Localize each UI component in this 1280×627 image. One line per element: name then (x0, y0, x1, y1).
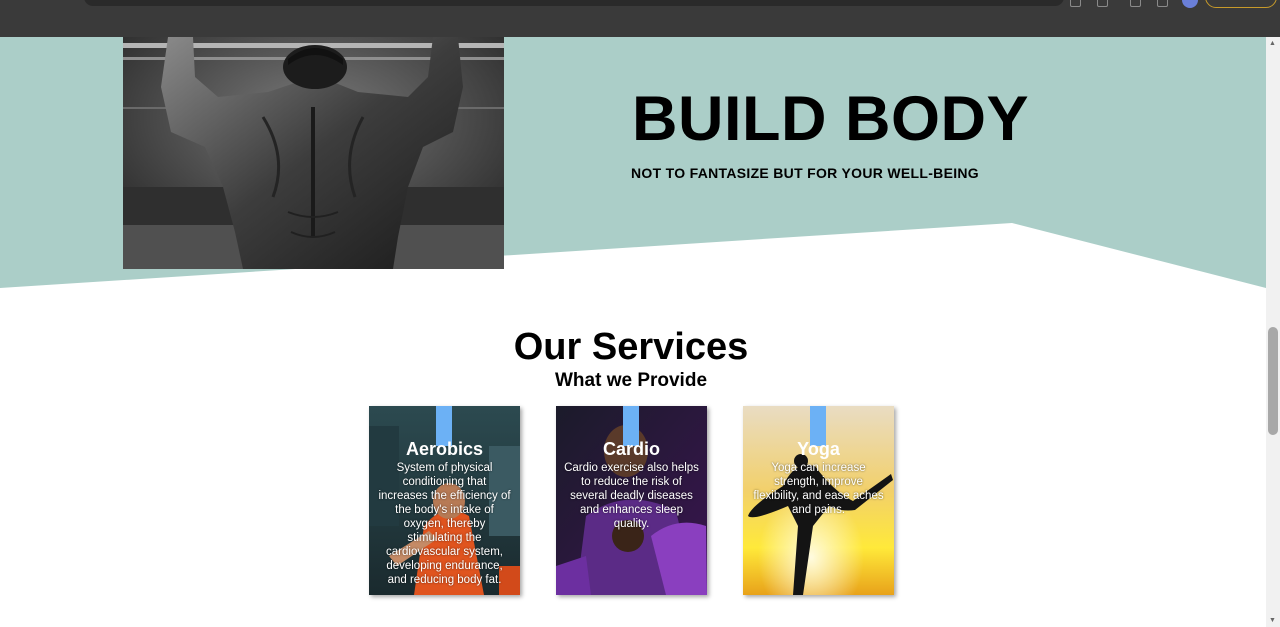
service-card-yoga[interactable]: Yoga Yoga can increase strength, improve… (743, 406, 894, 595)
address-bar[interactable] (84, 0, 1064, 6)
card-description: Cardio exercise also helps to reduce the… (564, 462, 699, 530)
card-title: Cardio (602, 439, 660, 459)
services-title: Our Services (513, 326, 749, 368)
services-subtitle: What we Provide (554, 370, 708, 391)
extension-icon[interactable] (1097, 0, 1108, 7)
service-card-cardio[interactable]: Cardio Cardio exercise also helps to red… (556, 406, 707, 595)
page-viewport: BUILD BODY NOT TO FANTASIZE BUT FOR YOUR… (0, 37, 1266, 627)
card-title: Aerobics (405, 439, 484, 459)
browser-toolbar (0, 0, 1280, 37)
card-description: System of physical conditioning that inc… (378, 462, 511, 586)
service-card-aerobics[interactable]: Aerobics System of physical conditioning… (369, 406, 520, 595)
puzzle-icon[interactable] (1130, 0, 1141, 7)
card-title: Yoga (797, 439, 840, 459)
scroll-up-arrow-icon[interactable]: ▲ (1269, 40, 1276, 47)
card-description: Yoga can increase strength, improve flex… (753, 462, 884, 516)
hero-subtitle: NOT TO FANTASIZE BUT FOR YOUR WELL-BEING (631, 165, 979, 181)
profile-avatar[interactable] (1182, 0, 1198, 8)
scroll-down-arrow-icon[interactable]: ▼ (1269, 617, 1276, 624)
update-button[interactable] (1205, 0, 1277, 8)
hero-title: BUILD BODY (632, 84, 1029, 154)
athlete-pullup-photo-icon (123, 37, 504, 269)
bookmark-icon[interactable] (1070, 0, 1081, 7)
scrollbar-thumb[interactable] (1268, 327, 1278, 435)
sidepanel-icon[interactable] (1157, 0, 1168, 7)
